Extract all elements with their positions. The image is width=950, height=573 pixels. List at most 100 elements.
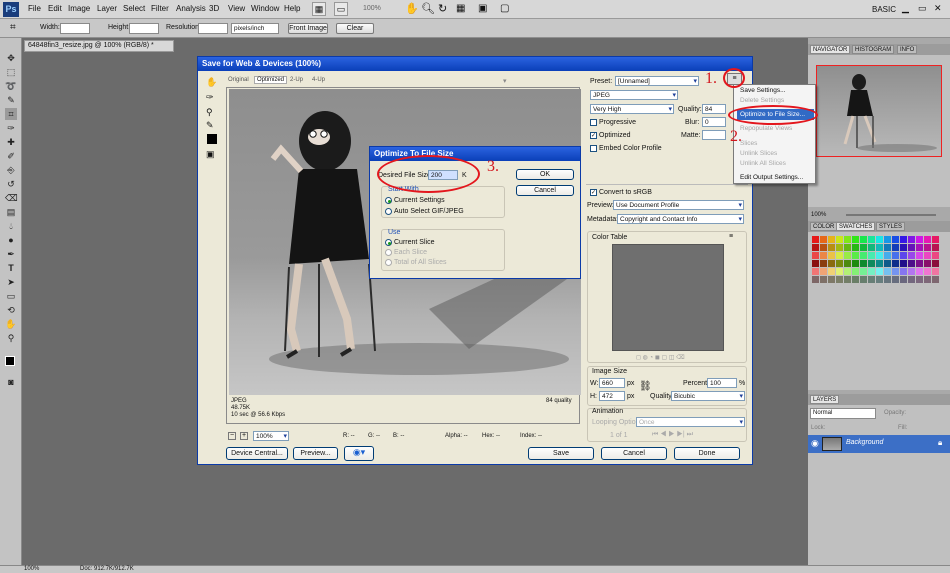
healing-brush-icon[interactable]: ✚	[5, 136, 17, 148]
foreground-color-swatch[interactable]	[5, 356, 15, 366]
color-swatch[interactable]	[844, 236, 851, 243]
save-button[interactable]: Save	[528, 447, 594, 460]
menu-image[interactable]: Image	[68, 4, 90, 13]
color-swatch[interactable]	[924, 276, 931, 283]
hand-tool-icon[interactable]: ✋	[5, 318, 17, 330]
tab-histogram[interactable]: HISTOGRAM	[852, 45, 895, 54]
color-swatch[interactable]	[924, 260, 931, 267]
color-swatch[interactable]	[868, 276, 875, 283]
path-select-icon[interactable]: ➤	[5, 276, 17, 288]
eraser-icon[interactable]: ⌫	[5, 192, 18, 204]
minimize-icon[interactable]: ▁	[902, 3, 909, 14]
tab-styles[interactable]: STYLES	[876, 222, 906, 231]
zoom-tool-icon[interactable]: ⚲	[206, 107, 213, 118]
color-swatch[interactable]	[932, 244, 939, 251]
color-swatch[interactable]	[836, 260, 843, 267]
color-swatch[interactable]	[924, 252, 931, 259]
blur-input[interactable]: 0	[702, 117, 726, 127]
matte-select[interactable]	[702, 130, 726, 140]
tab-layers[interactable]: LAYERS	[810, 395, 840, 404]
color-swatch[interactable]	[860, 268, 867, 275]
menu-view[interactable]: View	[228, 4, 245, 13]
blur-tool-icon[interactable]: 💧︎	[5, 220, 17, 232]
color-swatch[interactable]	[828, 276, 835, 283]
gradient-tool-icon[interactable]: ▤	[5, 206, 17, 218]
type-tool-icon[interactable]: T	[5, 262, 17, 274]
color-swatch[interactable]	[844, 252, 851, 259]
color-swatch[interactable]	[868, 268, 875, 275]
3d-rotate-icon[interactable]: ⟲	[5, 304, 17, 316]
color-swatch[interactable]	[932, 260, 939, 267]
front-image-button[interactable]: Front Image	[288, 23, 328, 34]
color-swatch[interactable]	[892, 236, 899, 243]
preview-profile-select[interactable]: Use Document Profile	[613, 200, 744, 210]
color-swatch[interactable]	[836, 244, 843, 251]
current-settings-radio[interactable]	[385, 197, 392, 204]
color-swatch[interactable]	[892, 276, 899, 283]
tab-navigator[interactable]: NAVIGATOR	[810, 45, 851, 54]
color-swatch[interactable]	[924, 236, 931, 243]
rotate-icon[interactable]: ↻	[438, 2, 447, 15]
cancel-button[interactable]: Cancel	[516, 185, 574, 196]
menu-window[interactable]: Window	[251, 4, 279, 13]
bridge-icon[interactable]: ▦	[312, 2, 326, 16]
zoom-tool-icon[interactable]: ⚲	[5, 332, 17, 344]
quality-input[interactable]: 84	[702, 104, 726, 114]
constrain-proportions-icon[interactable]: ⛓	[639, 381, 652, 392]
current-slice-radio[interactable]	[385, 239, 392, 246]
color-swatch[interactable]	[916, 276, 923, 283]
preset-select[interactable]: [Unnamed]	[615, 76, 699, 86]
maximize-icon[interactable]: ▭	[918, 3, 927, 14]
color-swatch[interactable]	[876, 236, 883, 243]
menu-edit-output-settings[interactable]: Edit Output Settings...	[740, 174, 803, 181]
color-swatch[interactable]	[860, 244, 867, 251]
history-brush-icon[interactable]: ↺	[5, 178, 17, 190]
color-swatch[interactable]	[892, 260, 899, 267]
embed-profile-checkbox[interactable]	[590, 145, 597, 152]
tab-color[interactable]: COLOR	[810, 222, 838, 231]
color-swatch[interactable]	[836, 268, 843, 275]
auto-select-radio[interactable]	[385, 208, 392, 215]
eyedropper-icon[interactable]: ✎	[206, 120, 214, 131]
image-height-input[interactable]: 472	[599, 391, 625, 401]
total-slices-radio[interactable]	[385, 259, 392, 266]
hand-icon[interactable]: ✋	[405, 2, 419, 15]
color-swatch[interactable]	[852, 260, 859, 267]
tab-2up[interactable]: 2-Up	[290, 77, 303, 83]
color-swatch[interactable]	[860, 276, 867, 283]
clear-button[interactable]: Clear	[336, 23, 374, 34]
color-swatch[interactable]	[932, 236, 939, 243]
blend-mode-select[interactable]: Normal	[810, 408, 876, 419]
resample-select[interactable]: Bicubic	[671, 391, 745, 401]
color-swatch[interactable]	[908, 260, 915, 267]
resolution-unit-select[interactable]: pixels/inch	[231, 23, 279, 34]
zoom-level[interactable]: 100%	[363, 5, 381, 12]
tab-original[interactable]: Original	[228, 77, 249, 83]
color-swatch[interactable]	[828, 252, 835, 259]
color-swatch[interactable]	[868, 236, 875, 243]
menu-filter[interactable]: Filter	[151, 4, 169, 13]
color-swatch[interactable]	[828, 244, 835, 251]
color-swatch[interactable]	[812, 244, 819, 251]
color-swatch[interactable]	[908, 244, 915, 251]
workspace-switcher[interactable]: BASIC	[872, 5, 896, 14]
color-swatch[interactable]	[932, 276, 939, 283]
color-swatch[interactable]	[900, 236, 907, 243]
marquee-tool-icon[interactable]: ⬚	[5, 66, 17, 78]
navigator-zoom[interactable]: 100%	[811, 212, 826, 218]
color-swatch[interactable]	[900, 252, 907, 259]
tab-4up[interactable]: 4-Up	[312, 77, 325, 83]
color-swatch[interactable]	[820, 260, 827, 267]
color-swatch[interactable]	[900, 260, 907, 267]
color-table-menu-icon[interactable]: ≡	[729, 233, 733, 240]
layer-name[interactable]: Background	[846, 439, 883, 446]
slice-select-icon[interactable]: ✑	[206, 92, 214, 103]
color-swatch[interactable]	[852, 236, 859, 243]
eyedropper-icon[interactable]: ✑	[5, 122, 17, 134]
quality-level-select[interactable]: Very High	[590, 104, 674, 114]
view-extras-icon[interactable]: ▭	[334, 2, 348, 16]
dodge-tool-icon[interactable]: ●	[5, 234, 17, 246]
pen-tool-icon[interactable]: ✒	[5, 248, 17, 260]
color-swatch[interactable]	[916, 236, 923, 243]
menu-analysis[interactable]: Analysis	[176, 4, 206, 13]
